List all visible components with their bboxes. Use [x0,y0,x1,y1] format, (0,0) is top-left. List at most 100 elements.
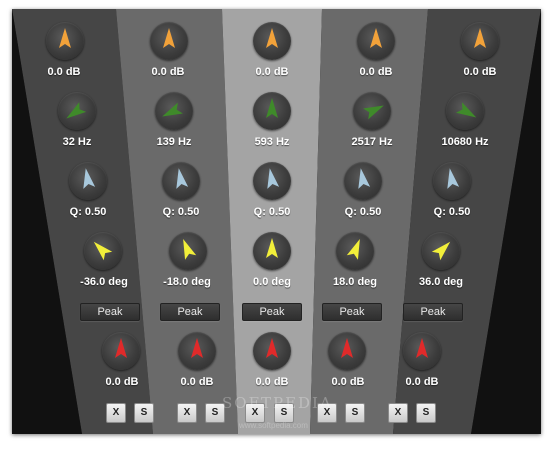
knob-pointer-icon [163,28,175,48]
knob-pointer-arrow [358,168,371,189]
q-knob[interactable] [344,162,382,200]
gain-value: 0.0 dB [47,66,81,78]
knob-pointer-arrow [266,238,278,258]
knob-pointer-arrow [59,28,71,48]
knob-pointer-icon [183,238,197,260]
gain-knob[interactable] [46,22,84,60]
knob-pointer-arrow [346,238,360,260]
knob-pointer-arrow [93,241,113,261]
q-knob[interactable] [253,162,291,200]
knob-pointer-arrow [115,338,127,358]
solo-s-button[interactable]: S [134,403,154,423]
knob-pointer-icon [66,102,87,119]
knob-pointer-icon [266,338,278,358]
slope-knob[interactable] [84,232,122,270]
knob-pointer-arrow [455,102,477,118]
slope-value: 36.0 deg [418,276,464,288]
knob-pointer-icon [59,28,71,48]
frequency-knob[interactable] [253,92,291,130]
bypass-x-button[interactable]: X [177,403,197,423]
output-gain-knob[interactable] [178,332,216,370]
knob-pointer-arrow [266,28,278,48]
frequency-value: 32 Hz [62,136,92,148]
gain-value: 0.0 dB [255,66,289,78]
knob-pointer-icon [341,338,353,358]
knob-pointer-icon [83,168,96,189]
knob-pointer-icon [266,238,278,258]
bypass-x-button[interactable]: X [388,403,408,423]
knob-pointer-icon [474,28,486,48]
filter-type-button[interactable]: Peak [242,303,302,321]
knob-pointer-icon [93,241,113,261]
frequency-knob[interactable] [58,92,96,130]
knob-pointer-arrow [341,338,353,358]
knob-pointer-icon [416,338,428,358]
knob-pointer-arrow [266,98,278,118]
knob-pointer-arrow [162,102,183,117]
gain-value: 0.0 dB [359,66,393,78]
bypass-x-button[interactable]: X [106,403,126,423]
output-gain-value: 0.0 dB [405,376,439,388]
knob-pointer-icon [162,102,183,117]
knob-pointer-icon [447,168,460,189]
solo-s-button[interactable]: S [416,403,436,423]
knob-pointer-arrow [370,28,382,48]
q-knob[interactable] [69,162,107,200]
knob-pointer-arrow [191,338,203,358]
output-gain-knob[interactable] [253,332,291,370]
knob-pointer-arrow [474,28,486,48]
knob-pointer-icon [431,241,451,261]
gain-knob[interactable] [150,22,188,60]
frequency-value: 593 Hz [254,136,290,148]
watermark-url: www.softpedia.com [239,421,308,430]
gain-knob[interactable] [253,22,291,60]
knob-pointer-arrow [83,168,96,189]
q-value: Q: 0.50 [433,206,471,218]
slope-knob[interactable] [422,232,460,270]
q-knob[interactable] [433,162,471,200]
gain-value: 0.0 dB [151,66,185,78]
frequency-knob[interactable] [155,92,193,130]
knob-pointer-arrow [266,338,278,358]
gain-value: 0.0 dB [463,66,497,78]
output-gain-knob[interactable] [403,332,441,370]
frequency-knob[interactable] [446,92,484,130]
knob-pointer-arrow [447,168,460,189]
solo-s-button[interactable]: S [345,403,365,423]
knob-pointer-arrow [163,28,175,48]
knob-pointer-icon [346,238,360,260]
knob-pointer-icon [266,98,278,118]
gain-knob[interactable] [461,22,499,60]
frequency-value: 10680 Hz [441,136,489,148]
frequency-value: 139 Hz [156,136,192,148]
slope-knob[interactable] [169,232,207,270]
knob-pointer-icon [363,105,384,120]
gain-knob[interactable] [357,22,395,60]
knob-pointer-icon [266,28,278,48]
eq-panel: 0.0 dB 32 Hz Q: 0.50 -36.0 deg Peak 0.0 … [12,9,541,434]
frequency-knob[interactable] [353,92,391,130]
knob-pointer-arrow [416,338,428,358]
knob-pointer-arrow [183,238,197,260]
filter-type-button[interactable]: Peak [322,303,382,321]
knob-pointer-arrow [431,241,451,261]
knob-pointer-icon [358,168,371,189]
knob-pointer-arrow [66,102,87,119]
filter-type-button[interactable]: Peak [80,303,140,321]
knob-pointer-arrow [267,168,280,189]
output-gain-knob[interactable] [102,332,140,370]
knob-pointer-icon [176,168,189,189]
knob-pointer-arrow [363,105,384,120]
knob-pointer-icon [455,102,477,118]
filter-type-button[interactable]: Peak [160,303,220,321]
q-knob[interactable] [162,162,200,200]
filter-type-button[interactable]: Peak [403,303,463,321]
knob-pointer-icon [370,28,382,48]
slope-knob[interactable] [253,232,291,270]
knob-pointer-icon [115,338,127,358]
knob-pointer-icon [267,168,280,189]
slope-knob[interactable] [336,232,374,270]
output-gain-knob[interactable] [328,332,366,370]
watermark-logo: SOFTPEDIA [222,394,333,412]
knob-pointer-arrow [176,168,189,189]
